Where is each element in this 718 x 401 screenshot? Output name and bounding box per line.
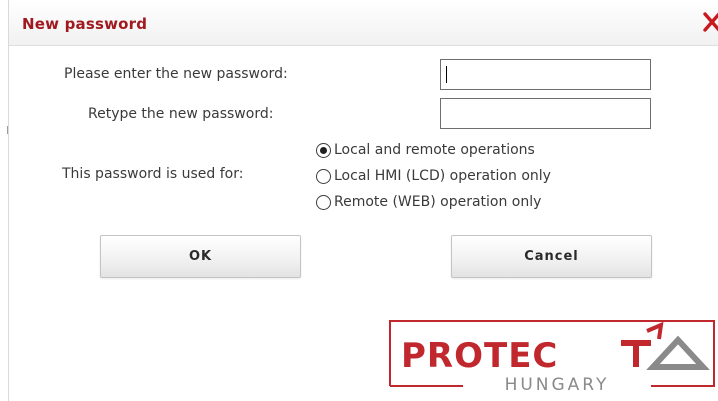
dialog-titlebar: New password (9, 0, 718, 46)
close-icon[interactable] (702, 11, 718, 33)
radio-option-local-and-remote[interactable]: Local and remote operations (316, 140, 535, 160)
retype-password-label: Retype the new password: (88, 106, 274, 122)
radio-local-and-remote[interactable] (316, 142, 331, 158)
dialog-title: New password (22, 15, 148, 33)
ok-button[interactable]: OK (100, 235, 301, 278)
radio-label-local-and-remote: Local and remote operations (334, 142, 535, 158)
radio-remote-web[interactable] (316, 194, 331, 210)
password-dialog: New password Please enter the new passwo… (0, 0, 718, 401)
usage-label: This password is used for: (62, 166, 244, 182)
cancel-button[interactable]: Cancel (451, 235, 652, 278)
window-edge (8, 0, 9, 401)
radio-label-local-hmi: Local HMI (LCD) operation only (334, 168, 551, 184)
text-caret (446, 66, 447, 83)
svg-text:HUNGARY: HUNGARY (505, 375, 610, 392)
edge-tick (7, 126, 8, 134)
radio-option-remote-web[interactable]: Remote (WEB) operation only (316, 192, 541, 212)
radio-option-local-hmi[interactable]: Local HMI (LCD) operation only (316, 166, 551, 186)
new-password-input[interactable] (440, 59, 651, 90)
protecta-hungary-logo: PROTEC HUNGARY (389, 320, 715, 392)
radio-local-hmi[interactable] (316, 168, 331, 184)
radio-label-remote-web: Remote (WEB) operation only (334, 194, 542, 210)
new-password-label: Please enter the new password: (64, 66, 288, 82)
retype-password-input[interactable] (440, 98, 651, 129)
svg-text:PROTEC: PROTEC (401, 336, 558, 376)
